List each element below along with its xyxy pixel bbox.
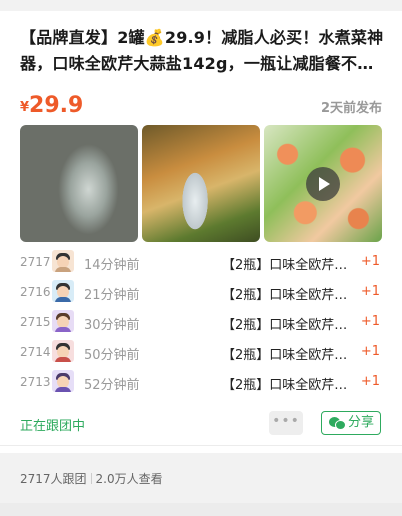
roasted-vegetables-photo[interactable] [142, 125, 260, 242]
avatar [52, 280, 74, 302]
price: ¥29.9 [20, 93, 83, 118]
wechat-icon-bubble [335, 420, 346, 430]
stats-row: 2717人跟团 2.0万人查看 [20, 470, 163, 487]
posted-time: 2天前发布 [320, 101, 382, 116]
order-row[interactable]: 2716 21分钟前 【2瓶】口味全欧芹大蒜盐 +1 [20, 278, 382, 308]
order-list: 2717 14分钟前 【2瓶】口味全欧芹大蒜盐 +1 2716 21分钟前 【2… [20, 248, 382, 398]
order-row[interactable]: 2713 52分钟前 【2瓶】口味全欧芹大蒜盐 +1 [20, 368, 382, 398]
order-index: 2717 [20, 255, 51, 269]
share-button[interactable]: 分享 [321, 411, 381, 435]
order-product: 【2瓶】口味全欧芹大蒜盐 [222, 378, 352, 393]
stats-separator [90, 473, 92, 484]
order-time: 50分钟前 [84, 348, 140, 363]
order-time: 21分钟前 [84, 288, 140, 303]
next-card-edge [0, 503, 402, 516]
play-icon[interactable] [306, 167, 340, 201]
more-button[interactable]: ••• [269, 411, 303, 435]
seasoning-jar-photo[interactable] [20, 125, 138, 242]
followers-count: 2717人跟团 [20, 472, 87, 486]
order-row[interactable]: 2715 30分钟前 【2瓶】口味全欧芹大蒜盐 +1 [20, 308, 382, 338]
post-title[interactable]: 【品牌直发】2罐💰29.9！减脂人必买！水煮菜神器，口味全欧芹大蒜盐142g，一… [20, 25, 384, 77]
order-product: 【2瓶】口味全欧芹大蒜盐 [222, 258, 352, 273]
order-time: 14分钟前 [84, 258, 140, 273]
order-index: 2715 [20, 315, 51, 329]
order-time: 52分钟前 [84, 378, 140, 393]
views-count: 2.0万人查看 [95, 472, 163, 486]
currency-symbol: ¥ [20, 100, 30, 115]
order-product: 【2瓶】口味全欧芹大蒜盐 [222, 348, 352, 363]
order-product: 【2瓶】口味全欧芹大蒜盐 [222, 318, 352, 333]
order-row[interactable]: 2717 14分钟前 【2瓶】口味全欧芹大蒜盐 +1 [20, 248, 382, 278]
price-row: ¥29.9 2天前发布 [20, 93, 382, 119]
price-value: 29.9 [29, 93, 84, 118]
order-index: 2713 [20, 375, 51, 389]
photo-gallery [20, 125, 382, 242]
avatar [52, 250, 74, 272]
share-label: 分享 [348, 415, 375, 430]
order-quantity: +1 [360, 374, 380, 389]
order-time: 30分钟前 [84, 318, 140, 333]
order-quantity: +1 [360, 314, 380, 329]
avatar [52, 340, 74, 362]
order-product: 【2瓶】口味全欧芹大蒜盐 [222, 288, 352, 303]
order-row[interactable]: 2714 50分钟前 【2瓶】口味全欧芹大蒜盐 +1 [20, 338, 382, 368]
group-buy-card[interactable]: 【品牌直发】2罐💰29.9！减脂人必买！水煮菜神器，口味全欧芹大蒜盐142g，一… [0, 11, 402, 453]
avatar [52, 370, 74, 392]
divider [0, 445, 402, 446]
group-status: 正在跟团中 [20, 419, 86, 434]
order-quantity: +1 [360, 344, 380, 359]
order-quantity: +1 [360, 254, 380, 269]
shrimp-salad-video[interactable] [264, 125, 382, 242]
order-quantity: +1 [360, 284, 380, 299]
avatar [52, 310, 74, 332]
order-index: 2716 [20, 285, 51, 299]
order-index: 2714 [20, 345, 51, 359]
